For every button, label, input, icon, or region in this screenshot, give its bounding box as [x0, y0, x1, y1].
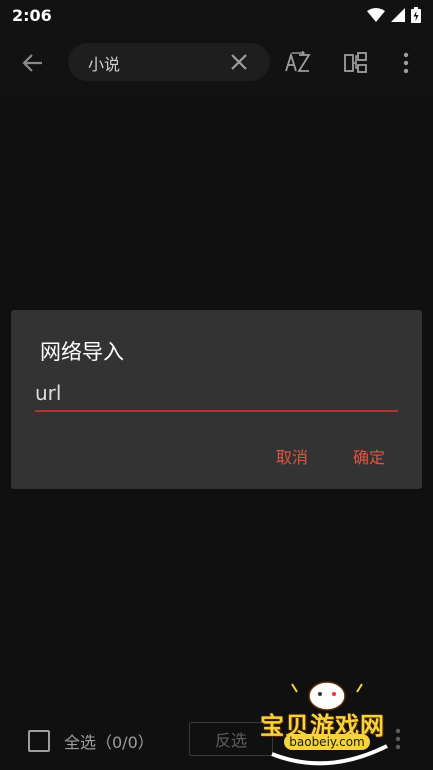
battery-icon [411, 7, 421, 23]
close-icon [231, 54, 247, 70]
status-bar: 2:06 [0, 0, 433, 30]
network-import-dialog: 网络导入 取消 确定 [11, 310, 422, 489]
arrow-left-icon [22, 54, 42, 72]
more-menu-button[interactable] [398, 48, 414, 78]
signal-icon [391, 8, 405, 22]
status-time: 2:06 [12, 5, 52, 25]
back-button[interactable] [18, 48, 48, 78]
confirm-button[interactable]: 确定 [353, 444, 385, 468]
search-box [68, 43, 270, 83]
sort-button[interactable] [284, 48, 312, 78]
select-all-checkbox[interactable] [28, 730, 50, 752]
clear-search-button[interactable] [228, 51, 250, 73]
more-vert-icon [403, 52, 409, 74]
search-input[interactable] [86, 43, 220, 83]
system-icons [367, 7, 421, 23]
select-all-label[interactable]: 全选（0/0） [64, 729, 154, 753]
dialog-title: 网络导入 [40, 340, 124, 364]
watermark-logo: 宝贝游戏网 baobeiy.com [252, 676, 402, 766]
wifi-icon [367, 8, 385, 22]
cancel-button[interactable]: 取消 [276, 444, 308, 468]
watermark-url: baobeiy.com [284, 734, 370, 750]
url-input[interactable] [35, 376, 398, 412]
sort-az-icon [285, 51, 311, 72]
group-button[interactable] [343, 48, 369, 78]
group-icon [344, 52, 367, 73]
toolbar [0, 30, 433, 94]
